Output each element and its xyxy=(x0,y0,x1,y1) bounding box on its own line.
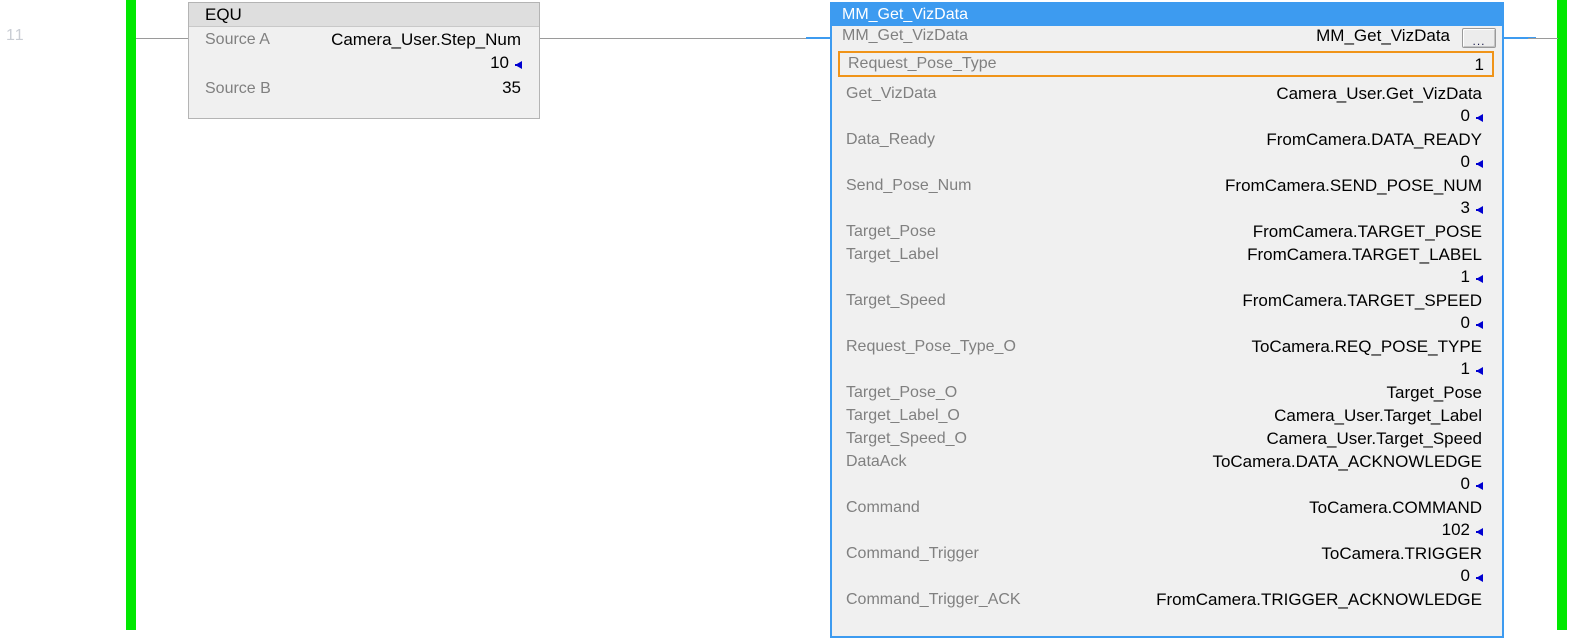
aoi-param-value-row: 0 xyxy=(832,152,1502,177)
aoi-param-name: Send_Pose_Num xyxy=(846,177,972,194)
aoi-param-row[interactable]: Target_Pose_O Target_Pose xyxy=(832,383,1502,407)
value-arrow-icon xyxy=(1476,321,1483,329)
ellipsis-button-label: ... xyxy=(1472,34,1486,48)
left-power-rail xyxy=(126,0,136,630)
aoi-param-name: Target_Speed xyxy=(846,292,946,309)
aoi-param-row[interactable]: Command ToCamera.COMMAND xyxy=(832,498,1502,522)
aoi-param-name: Get_VizData xyxy=(846,85,937,102)
aoi-param-tag[interactable]: ToCamera.COMMAND xyxy=(1309,498,1482,518)
equ-header-label: EQU xyxy=(205,4,242,24)
rung-wire-block-in xyxy=(806,37,832,39)
aoi-param-row[interactable]: Target_Speed_O Camera_User.Target_Speed xyxy=(832,429,1502,453)
equ-tag-a[interactable]: Camera_User.Step_Num xyxy=(331,30,521,50)
aoi-param-tag[interactable]: ToCamera.REQ_POSE_TYPE xyxy=(1251,337,1482,357)
aoi-param-tag[interactable]: Camera_User.Target_Label xyxy=(1274,406,1482,426)
ellipsis-button[interactable]: ... xyxy=(1462,28,1496,48)
value-arrow-icon xyxy=(1476,206,1483,214)
aoi-param-row[interactable]: Target_Label_O Camera_User.Target_Label xyxy=(832,406,1502,430)
aoi-param-name: Command xyxy=(846,499,920,516)
aoi-param-tag[interactable]: FromCamera.SEND_POSE_NUM xyxy=(1225,176,1482,196)
aoi-param-name: Target_Label_O xyxy=(846,407,960,424)
aoi-param-name: DataAck xyxy=(846,453,907,470)
aoi-param-name: Command_Trigger xyxy=(846,545,979,562)
equ-value-b: 35 xyxy=(502,78,521,97)
aoi-param-value: 3 xyxy=(1460,198,1470,217)
equ-row-source-a[interactable]: Source A Camera_User.Step_Num xyxy=(189,27,539,53)
aoi-param-value-row: 0 xyxy=(832,474,1502,499)
aoi-param-value: 0 xyxy=(1460,313,1470,332)
aoi-param-value-row: 0 xyxy=(832,566,1502,591)
value-arrow-icon xyxy=(1476,482,1483,490)
aoi-param-row[interactable]: Data_Ready FromCamera.DATA_READY xyxy=(832,130,1502,154)
aoi-param-tag[interactable]: ToCamera.DATA_ACKNOWLEDGE xyxy=(1212,452,1482,472)
aoi-param-row-selected[interactable]: Request_Pose_Type 1 xyxy=(838,51,1494,77)
equ-operand-label-a: Source A xyxy=(205,31,270,48)
aoi-param-name: Target_Pose_O xyxy=(846,384,958,401)
aoi-param-name: Request_Pose_Type_O xyxy=(846,338,1016,355)
aoi-param-tag[interactable]: FromCamera.TARGET_LABEL xyxy=(1247,245,1482,265)
aoi-param-value: 0 xyxy=(1460,474,1470,493)
equ-instruction-block[interactable]: EQU Source A Camera_User.Step_Num 10 Sou… xyxy=(188,2,540,119)
equ-value-row-a: 10 xyxy=(189,53,539,76)
aoi-param-tag[interactable]: FromCamera.TRIGGER_ACKNOWLEDGE xyxy=(1156,590,1482,610)
rung-number[interactable]: 11 xyxy=(6,27,25,45)
aoi-selected-param-name: Request_Pose_Type xyxy=(848,55,997,72)
aoi-param-tag[interactable]: FromCamera.TARGET_SPEED xyxy=(1242,291,1482,311)
aoi-title-bar: MM_Get_VizData xyxy=(832,4,1502,26)
value-arrow-icon xyxy=(1476,367,1483,375)
aoi-title-label: MM_Get_VizData xyxy=(842,6,968,23)
aoi-param-value-row: 1 xyxy=(832,359,1502,384)
rung-wire-middle xyxy=(540,38,820,39)
aoi-param-name: Data_Ready xyxy=(846,131,935,148)
aoi-param-tag[interactable]: Camera_User.Target_Speed xyxy=(1267,429,1482,449)
rung-wire-right xyxy=(1528,38,1558,39)
value-arrow-icon xyxy=(1476,275,1483,283)
aoi-instance-row[interactable]: MM_Get_VizData MM_Get_VizData ... xyxy=(832,26,1502,51)
aoi-param-row[interactable]: Send_Pose_Num FromCamera.SEND_POSE_NUM xyxy=(832,176,1502,200)
equ-value-a: 10 xyxy=(490,53,509,72)
value-arrow-icon xyxy=(1476,528,1483,536)
equ-header: EQU xyxy=(189,3,539,27)
aoi-instruction-block[interactable]: MM_Get_VizData MM_Get_VizData MM_Get_Viz… xyxy=(830,2,1504,638)
aoi-param-value-row: 102 xyxy=(832,520,1502,545)
aoi-param-tag[interactable]: FromCamera.DATA_READY xyxy=(1266,130,1482,150)
aoi-instance-tag[interactable]: MM_Get_VizData xyxy=(1316,26,1450,46)
aoi-param-row[interactable]: Get_VizData Camera_User.Get_VizData xyxy=(832,84,1502,108)
aoi-param-name: Command_Trigger_ACK xyxy=(846,591,1021,608)
aoi-selected-param-value[interactable]: 1 xyxy=(1475,55,1484,75)
aoi-param-value-row: 3 xyxy=(832,198,1502,223)
aoi-param-row[interactable]: Target_Label FromCamera.TARGET_LABEL xyxy=(832,245,1502,269)
aoi-param-value: 0 xyxy=(1460,106,1470,125)
right-power-rail xyxy=(1557,0,1567,630)
aoi-param-name: Target_Pose xyxy=(846,223,936,240)
aoi-param-value-row: 0 xyxy=(832,313,1502,338)
aoi-param-row[interactable]: Command_Trigger ToCamera.TRIGGER xyxy=(832,544,1502,568)
aoi-param-value: 102 xyxy=(1441,520,1470,539)
value-arrow-icon xyxy=(1476,114,1483,122)
aoi-param-row[interactable]: Target_Pose FromCamera.TARGET_POSE xyxy=(832,222,1502,246)
aoi-param-value: 1 xyxy=(1460,267,1470,286)
aoi-param-value: 0 xyxy=(1460,566,1470,585)
aoi-param-value-row: 1 xyxy=(832,267,1502,292)
aoi-param-row[interactable]: Command_Trigger_ACK FromCamera.TRIGGER_AC… xyxy=(832,590,1502,614)
aoi-instance-label: MM_Get_VizData xyxy=(842,27,968,44)
aoi-param-value: 0 xyxy=(1460,152,1470,171)
aoi-param-tag[interactable]: ToCamera.TRIGGER xyxy=(1321,544,1482,564)
aoi-param-row[interactable]: Target_Speed FromCamera.TARGET_SPEED xyxy=(832,291,1502,315)
aoi-param-row[interactable]: DataAck ToCamera.DATA_ACKNOWLEDGE xyxy=(832,452,1502,476)
aoi-param-name: Target_Label xyxy=(846,246,939,263)
aoi-parameter-list: Get_VizData Camera_User.Get_VizData 0 Data_… xyxy=(832,77,1502,614)
aoi-param-value-row: 0 xyxy=(832,106,1502,131)
aoi-param-tag[interactable]: FromCamera.TARGET_POSE xyxy=(1253,222,1482,242)
value-arrow-icon xyxy=(515,61,522,69)
rung-wire-left xyxy=(136,38,190,39)
equ-value-row-b: 35 xyxy=(189,78,539,101)
value-arrow-icon xyxy=(1476,160,1483,168)
aoi-param-tag[interactable]: Target_Pose xyxy=(1387,383,1482,403)
aoi-param-value: 1 xyxy=(1460,359,1470,378)
aoi-param-tag[interactable]: Camera_User.Get_VizData xyxy=(1276,84,1482,104)
aoi-param-row[interactable]: Request_Pose_Type_O ToCamera.REQ_POSE_TYP… xyxy=(832,337,1502,361)
aoi-param-name: Target_Speed_O xyxy=(846,430,967,447)
value-arrow-icon xyxy=(1476,574,1483,582)
